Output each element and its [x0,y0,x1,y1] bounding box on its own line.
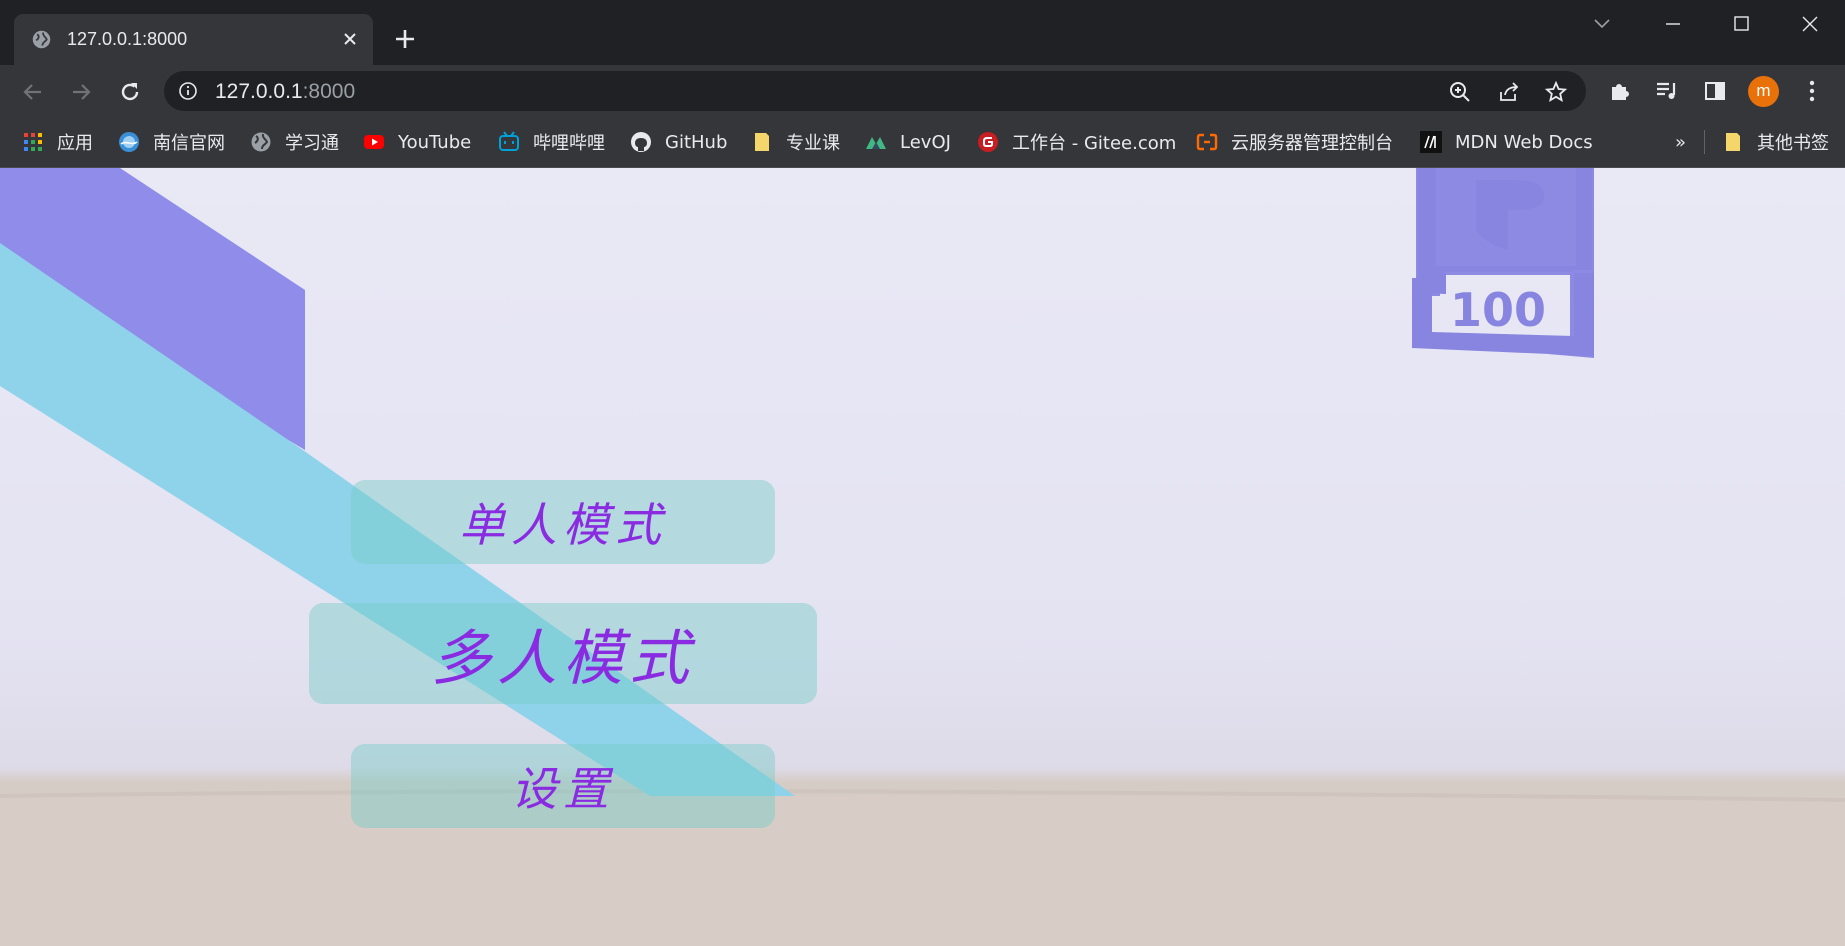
url-text[interactable]: 127.0.0.1:8000 [215,80,355,104]
url-host: 127.0.0.1 [215,80,303,103]
zoom-icon[interactable] [1448,80,1472,104]
bookmark-star-icon[interactable] [1544,80,1568,104]
background-scene: 100 [0,168,1845,946]
bookmark-label: 应用 [57,133,93,154]
overflow-chevrons: » [1675,131,1687,153]
bookmark-youtube[interactable]: YouTube [363,128,471,156]
browser-tab[interactable]: 127.0.0.1:8000 [14,14,373,65]
logo-number: 100 [1450,283,1546,337]
bookmark-mdn[interactable]: MDN Web Docs [1420,128,1593,156]
site-info-icon[interactable] [178,81,198,101]
bookmark-label: LevOJ [900,131,951,153]
close-tab-icon[interactable] [341,30,359,48]
bookmark-label: 哔哩哔哩 [533,133,605,154]
maximize-icon[interactable] [1721,12,1761,36]
bookmark-label: MDN Web Docs [1455,131,1593,153]
back-arrow-icon[interactable] [20,79,46,105]
bookmark-label: GitHub [665,131,728,153]
multi-player-button[interactable]: 多人模式 [309,603,817,704]
bookmark-github[interactable]: GitHub [630,128,727,156]
bookmark-gitee[interactable]: 工作台 - Gitee.com [977,128,1176,156]
bookmark-apps[interactable]: 应用 [22,128,93,156]
bookmark-label: YouTube [398,131,472,153]
game-menu-page: 100 单人模式 多人模式 设置 [0,168,1845,946]
bookmark-label: 学习通 [285,133,339,154]
bookmark-label: 其他书签 [1757,133,1829,154]
globe-icon [32,30,51,49]
nuist-logo-icon [119,132,139,152]
bookmark-xuexitong[interactable]: 学习通 [250,128,339,156]
tab-title: 127.0.0.1:8000 [67,29,188,49]
single-player-button[interactable]: 单人模式 [351,480,775,564]
bookmarks-separator [1704,130,1705,154]
wall-logo: 100 [1412,168,1594,358]
single-player-label: 单人模式 [459,498,667,552]
settings-label: 设置 [511,762,615,816]
bookmark-other-folder[interactable]: 其他书签 [1722,128,1829,156]
levoj-icon [866,137,886,149]
url-port: :8000 [302,80,356,103]
bookmark-nuist[interactable]: 南信官网 [118,128,225,156]
folder-icon [755,133,769,151]
browser-tab-strip: 127.0.0.1:8000 [0,0,1845,65]
gitee-icon [978,132,998,152]
bookmark-label: 云服务器管理控制台 [1231,133,1393,154]
bookmark-levoj[interactable]: LevOJ [865,128,951,156]
settings-button[interactable]: 设置 [351,744,775,828]
youtube-icon [364,135,384,149]
bookmarks-bar: 应用 南信官网 学习通 YouTube 哔哩哔哩 GitHub 专业课 LevO… [0,118,1845,168]
mdn-icon [1420,131,1442,153]
bookmarks-overflow-button[interactable]: » [1675,128,1686,156]
bookmark-aliyun[interactable]: 云服务器管理控制台 [1196,128,1393,156]
new-tab-plus-icon[interactable] [393,27,417,51]
bookmark-folder-zhuanyeke[interactable]: 专业课 [751,128,840,156]
bookmark-bilibili[interactable]: 哔哩哔哩 [498,128,605,156]
share-icon[interactable] [1497,80,1521,104]
apps-grid-icon [24,133,42,151]
address-bar[interactable]: 127.0.0.1:8000 [164,71,1586,111]
browser-toolbar: 127.0.0.1:8000 m [0,65,1845,118]
profile-avatar[interactable]: m [1748,76,1779,107]
extensions-puzzle-icon[interactable] [1607,78,1633,104]
multi-player-label: 多人模式 [431,624,695,694]
folder-icon [1726,133,1740,151]
window-close-icon[interactable] [1790,12,1830,36]
forward-arrow-icon[interactable] [68,79,94,105]
bookmark-label: 南信官网 [153,133,225,154]
minimize-icon[interactable] [1653,12,1693,36]
kebab-menu-icon[interactable] [1799,78,1825,104]
side-panel-icon[interactable] [1702,78,1728,104]
aliyun-icon [1196,133,1218,151]
globe-icon [251,132,271,152]
reload-icon[interactable] [117,79,143,105]
bookmark-label: 工作台 - Gitee.com [1012,133,1177,154]
bookmark-label: 专业课 [786,133,840,154]
bilibili-icon [499,131,519,151]
tab-search-chevron-icon[interactable] [1582,12,1622,36]
reading-list-icon[interactable] [1654,78,1680,104]
github-icon [631,132,651,152]
